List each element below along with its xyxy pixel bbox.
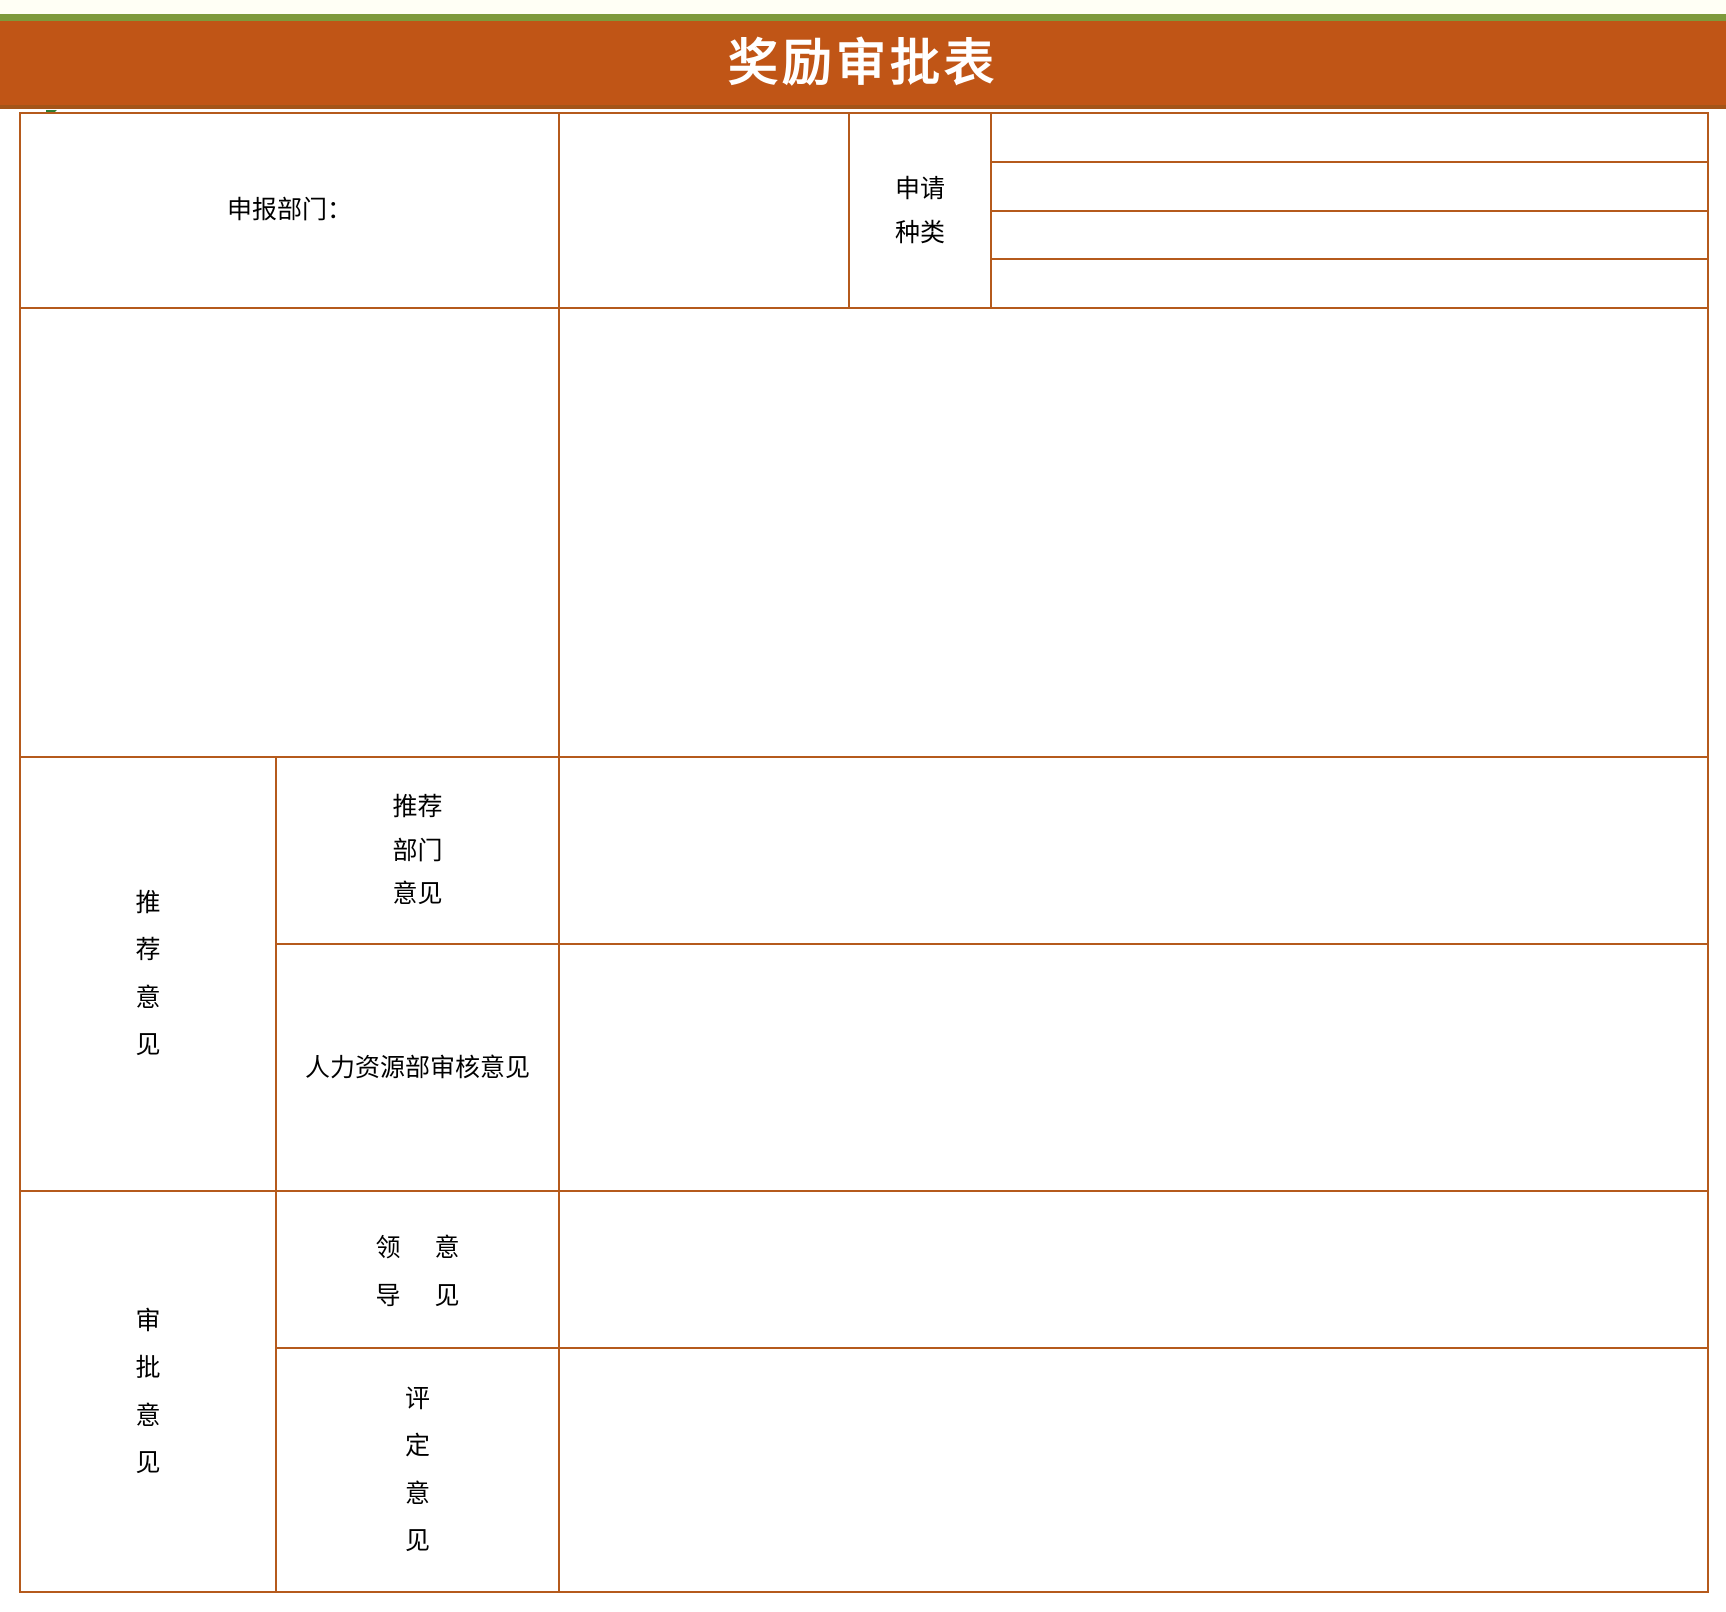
- table-row-content: [18, 307, 1710, 758]
- content-right-cell[interactable]: [558, 307, 1710, 758]
- title-banner: 奖励审批表: [0, 21, 1726, 105]
- approval-group-label-char-3: 意: [135, 1400, 161, 1430]
- content-left-cell[interactable]: [18, 307, 561, 758]
- application-kind-label-cell: 申请 种类: [848, 111, 993, 310]
- approval-group-label-char-4: 见: [135, 1448, 161, 1478]
- leader-opinion-label-char-3: 导: [375, 1280, 401, 1310]
- application-kind-option-4[interactable]: [992, 258, 1708, 308]
- assessment-opinion-label-char-4: 见: [405, 1526, 431, 1556]
- assessment-opinion-label-char-1: 评: [405, 1383, 431, 1413]
- recommendation-group-label-char-1: 推: [135, 887, 161, 917]
- recommendation-department-label-line-1: 推荐: [392, 791, 443, 821]
- assessment-opinion-value-cell[interactable]: [558, 1346, 1710, 1594]
- leader-opinion-label-char-2: 意: [434, 1232, 460, 1262]
- application-kind-options-cell: [990, 111, 1710, 310]
- leader-opinion-value-cell[interactable]: [558, 1190, 1710, 1349]
- hr-review-value-cell[interactable]: [558, 943, 1710, 1193]
- department-label: 申报部门：: [227, 195, 353, 225]
- recommendation-department-value-cell[interactable]: [558, 755, 1710, 946]
- assessment-opinion-label-char-2: 定: [405, 1431, 431, 1461]
- application-kind-option-2[interactable]: [992, 162, 1708, 212]
- leader-opinion-label-char-4: 见: [434, 1280, 460, 1310]
- approval-group-label-cell: 审 批 意 见: [19, 1190, 277, 1593]
- recommendation-department-label-line-3: 意见: [392, 879, 443, 909]
- application-kind-options-table: [992, 114, 1708, 308]
- banner-underline: [0, 105, 1726, 109]
- assessment-opinion-label-cell: 评 定 意 见: [274, 1346, 561, 1594]
- table-row-recommendation-department: 推 荐 意 见 推荐 部门 意见: [19, 755, 1710, 1193]
- department-label-cell: 申报部门：: [18, 111, 561, 310]
- recommendation-department-label-cell: 推荐 部门 意见: [274, 755, 561, 946]
- award-approval-form-table: 申报部门： 申请 种类 推 荐 意 见 推荐 部门 意见 人力资源部审核意见 审…: [18, 111, 1710, 1594]
- page-title: 奖励审批表: [728, 34, 998, 92]
- assessment-opinion-label-char-3: 意: [405, 1478, 431, 1508]
- leader-opinion-label-char-1: 领: [375, 1232, 401, 1262]
- recommendation-group-label-cell: 推 荐 意 见: [19, 755, 277, 1193]
- application-kind-option-3[interactable]: [992, 210, 1708, 260]
- table-row-department: 申报部门： 申请 种类: [18, 111, 1710, 310]
- hr-review-label: 人力资源部审核意见: [305, 1052, 531, 1082]
- recommendation-group-label-char-3: 意: [135, 982, 161, 1012]
- recommendation-group-label-char-2: 荐: [135, 935, 161, 965]
- recommendation-department-label-line-2: 部门: [392, 835, 443, 865]
- department-value-cell[interactable]: [558, 111, 851, 310]
- approval-group-label-char-1: 审: [135, 1305, 161, 1335]
- hr-review-label-cell: 人力资源部审核意见: [274, 943, 561, 1193]
- green-divider-rule: [0, 14, 1726, 21]
- application-kind-label-line-1: 申请: [895, 173, 946, 203]
- table-row-leader-opinion: 审 批 意 见 领 意 导 见: [19, 1190, 1710, 1593]
- approval-group-label-char-2: 批: [135, 1353, 161, 1383]
- top-paper-strip: [0, 0, 1726, 14]
- recommendation-group-label-char-4: 见: [135, 1030, 161, 1060]
- application-kind-label-line-2: 种类: [895, 217, 946, 247]
- leader-opinion-label-cell: 领 意 导 见: [274, 1190, 561, 1349]
- application-kind-option-1[interactable]: [992, 114, 1708, 164]
